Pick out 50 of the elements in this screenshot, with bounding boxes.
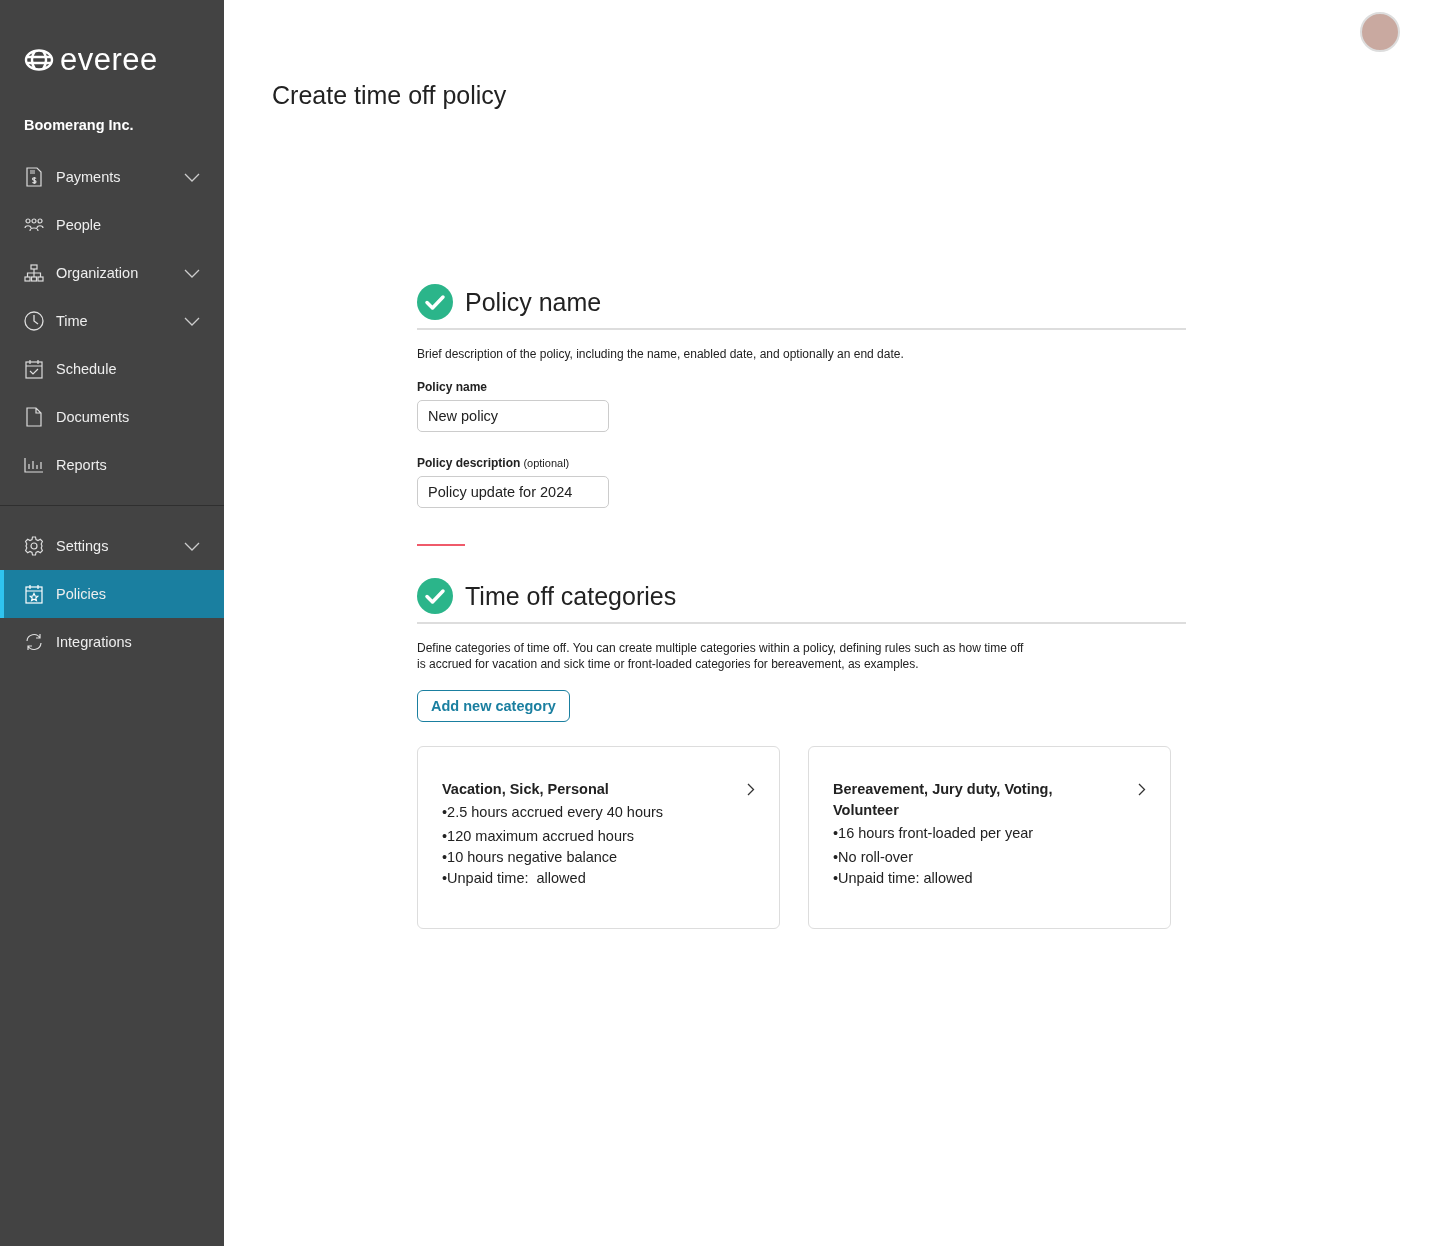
brand-logo: everee <box>60 44 158 75</box>
section-description: Brief description of the policy, including the name, enabled date, and optionally an end date. <box>417 346 905 362</box>
field-label: Policy name <box>417 380 489 394</box>
card-rule: •2.5 hours accrued every 40 hours <box>442 803 665 822</box>
card-rule: •No roll-over <box>833 848 914 867</box>
company-name: Boomerang Inc. <box>23 116 135 135</box>
card-rule: •Unpaid time: allowed <box>833 869 974 888</box>
sync-icon <box>24 632 44 652</box>
card-title: Bereavement, Jury duty, Voting, Volunteer <box>833 780 1054 820</box>
sidebar-item[interactable]: Documents <box>0 393 224 441</box>
gear-icon <box>24 536 44 556</box>
card-rule: •Unpaid time: allowed <box>442 869 587 888</box>
card-title: Vacation, Sick, Personal <box>442 780 610 799</box>
chevron-down-icon[interactable] <box>184 316 200 326</box>
sidebar-item[interactable]: Time <box>0 297 224 345</box>
group-icon <box>24 218 44 232</box>
category-card[interactable]: Bereavement, Jury duty, Voting, Volunteer •16 hours front-loaded per year •No roll-over •Unpaid time: allowed <box>808 746 1171 929</box>
page-title: Create time off policy <box>272 80 507 110</box>
sidebar-item[interactable]: Schedule <box>0 345 224 393</box>
clock-icon <box>24 311 44 331</box>
chevron-down-icon[interactable] <box>184 268 200 278</box>
card-rule: •10 hours negative balance <box>442 848 619 867</box>
field-label: Policy description (optional) <box>417 456 571 470</box>
category-card[interactable]: Vacation, Sick, Personal •2.5 hours accrued every 40 hours •120 maximum accrued hours •10 hours negative balance •Unpaid time: allowed <box>417 746 780 929</box>
input-field[interactable]: Policy update for 2024 <box>417 476 609 508</box>
add-category-button[interactable]: Add new category <box>417 690 570 722</box>
chevron-right-icon[interactable] <box>747 783 755 796</box>
sidebar-item[interactable]: Settings <box>0 522 224 570</box>
sidebar-item[interactable]: People <box>0 201 224 249</box>
sidebar-item[interactable]: Integrations <box>0 618 224 666</box>
chevron-down-icon[interactable] <box>184 541 200 551</box>
org-chart-icon <box>24 264 44 282</box>
chevron-right-icon[interactable] <box>1138 783 1146 796</box>
calendar-check-icon <box>25 359 43 379</box>
card-rule: •16 hours front-loaded per year <box>833 824 1035 843</box>
sidebar-item[interactable]: Organization <box>0 249 224 297</box>
sidebar-item[interactable]: Policies <box>0 570 224 618</box>
receipt-icon <box>25 167 43 187</box>
globe-logo-icon <box>24 48 54 71</box>
calendar-star-icon <box>25 584 43 604</box>
sidebar-item[interactable]: Reports <box>0 441 224 489</box>
chevron-down-icon[interactable] <box>184 172 200 182</box>
section-title: Policy name <box>465 287 602 317</box>
section-title: Time off categories <box>465 581 677 611</box>
card-rule: •120 maximum accrued hours <box>442 827 636 846</box>
section-description: Define categories of time off. You can create multiple categories within a policy, defining rules such as how time off is accrued for vacation and sick time or front-loaded categories for bereavement, as examples. <box>417 640 1025 672</box>
bar-chart-icon <box>24 457 44 473</box>
sidebar-item[interactable]: Payments <box>0 153 224 201</box>
document-icon <box>26 407 42 427</box>
input-field[interactable]: New policy <box>417 400 609 432</box>
